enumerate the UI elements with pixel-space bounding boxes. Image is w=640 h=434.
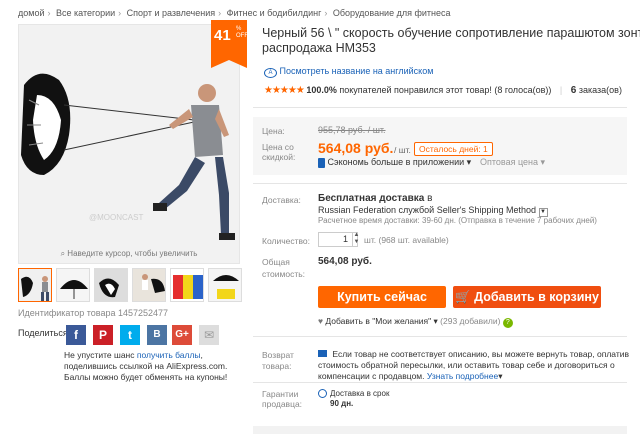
quantity-decrement-icon[interactable]: ▼	[353, 239, 360, 246]
clock-icon	[318, 389, 327, 401]
discount-price-label: Цена со скидкой:	[262, 142, 296, 162]
cart-icon: 🛒	[455, 290, 471, 304]
thumbnail-3[interactable]	[94, 268, 128, 302]
total-price: 564,08 руб.	[318, 256, 372, 267]
thumbnail-2[interactable]	[56, 268, 90, 302]
quantity-label: Количество:	[262, 236, 311, 246]
discount-price: 564,08 руб.	[318, 140, 394, 156]
breadcrumb-home[interactable]: домой	[18, 8, 44, 18]
breadcrumb-fitness[interactable]: Фитнес и бодибилдинг	[227, 8, 322, 18]
main-product-image[interactable]: @MOONCAST	[18, 24, 240, 264]
translate-link-text: Посмотреть название на английском	[279, 66, 434, 76]
wholesale-price-text: Оптовая цена	[480, 157, 538, 167]
guarantee-info: Доставка в срок 90 дн.	[330, 389, 389, 409]
divider	[253, 336, 627, 337]
app-savings-text: Сэкономь больше в приложении	[327, 157, 465, 167]
shipping-estimate: Расчетное время доставки: 39-60 дн. (Отп…	[318, 216, 597, 225]
thumbnail-4[interactable]	[132, 268, 166, 302]
buy-now-button[interactable]: Купить сейчас	[318, 286, 446, 308]
orders-count: 6	[570, 85, 577, 96]
item-id: Идентификатор товара 1457252477	[18, 308, 169, 318]
zoom-hint: ⌕ Наведите курсор, чтобы увеличить	[18, 249, 240, 259]
facebook-share-icon[interactable]: f	[66, 325, 86, 345]
total-label: Общая стоимость:	[262, 257, 306, 279]
orders-label: заказа(ов)	[578, 85, 622, 95]
thumbnail-1[interactable]	[18, 268, 52, 302]
returns-info: Если товар не соответствует описанию, вы…	[318, 349, 630, 382]
chevron-down-icon[interactable]: ▾	[498, 371, 502, 381]
translate-link[interactable]: A Посмотреть название на английском	[264, 66, 433, 78]
wishlist-row: ♥ Добавить в "Мои желания" ▾ (293 добави…	[318, 316, 513, 328]
product-title-line1: Черный 56 \ " скорость обучение сопротив…	[262, 26, 640, 40]
quantity-stepper[interactable]: ▲ ▼	[352, 232, 360, 247]
thumbnail-5[interactable]	[170, 268, 204, 302]
thumbnail-strip	[18, 268, 242, 302]
returns-icon	[318, 350, 327, 357]
returns-label: Возврат товара:	[262, 350, 294, 371]
zoom-hint-text: Наведите курсор, чтобы увеличить	[67, 249, 198, 258]
shipping-in-text: в	[427, 193, 433, 204]
product-title-line2: распродажа HM353	[262, 41, 376, 55]
divider	[253, 183, 627, 184]
wishlist-count: (293 добавили)	[440, 316, 501, 326]
breadcrumb-sport[interactable]: Спорт и развлечения	[127, 8, 215, 18]
rating-text[interactable]: покупателей понравился этот товар! (8 го…	[339, 85, 551, 95]
chevron-down-icon[interactable]: ▾	[434, 316, 438, 326]
share-label: Поделиться:	[18, 328, 71, 338]
price-label: Цена:	[262, 126, 285, 136]
twitter-share-icon[interactable]: t	[120, 325, 140, 345]
guarantee-line2: 90 дн.	[330, 399, 354, 408]
discount-badge: 41 % OFF	[211, 20, 248, 68]
app-savings-dropdown[interactable]: Сэкономь больше в приложении ▾	[318, 157, 471, 168]
quantity-available: шт. (968 шт. available)	[364, 235, 449, 245]
add-to-cart-button[interactable]: 🛒 Добавить в корзину	[453, 286, 601, 308]
breadcrumb-equipment[interactable]: Оборудование для фитнеса	[333, 8, 451, 18]
mobile-app-icon	[318, 157, 325, 168]
old-price: 955,78 руб. / шт.	[318, 125, 386, 135]
discount-off-label: OFF	[236, 33, 248, 39]
image-watermark: @MOONCAST	[89, 213, 144, 222]
rating-percent: 100.0%	[306, 85, 337, 95]
help-icon[interactable]: ?	[502, 318, 513, 328]
discount-percent-sign: %	[236, 26, 242, 32]
days-left-badge: Осталось дней: 1	[414, 142, 493, 156]
price-per-unit: / шт.	[394, 145, 411, 155]
guarantee-label: Гарантии продавца:	[262, 389, 303, 409]
divider	[253, 107, 627, 108]
get-points-link[interactable]: получить баллы	[137, 350, 201, 360]
free-shipping-text: Бесплатная доставка	[318, 193, 425, 204]
translate-icon: A	[264, 68, 277, 78]
rating-row: ★★★★★ 100.0% покупателей понравился этот…	[264, 85, 622, 96]
vk-share-icon[interactable]: B	[147, 325, 167, 345]
guarantee-line1: Доставка в срок	[330, 389, 390, 398]
heart-icon: ♥	[318, 316, 324, 326]
google-plus-share-icon[interactable]: G+	[172, 325, 192, 345]
thumbnail-6[interactable]	[208, 268, 242, 302]
divider	[253, 382, 627, 383]
wholesale-price-dropdown[interactable]: Оптовая цена ▾	[480, 157, 545, 168]
breadcrumb: домой › Все категории › Спорт и развлечени…	[18, 8, 451, 18]
add-to-cart-label: Добавить в корзину	[474, 290, 599, 304]
email-share-icon[interactable]: ✉	[199, 325, 219, 345]
free-shipping: Бесплатная доставка в	[318, 193, 432, 204]
discount-percent: 41	[214, 27, 231, 44]
rating-stars-icon: ★★★★★	[264, 85, 305, 96]
chevron-down-icon: ▾	[540, 157, 546, 167]
add-to-wishlist-link[interactable]: Добавить в "Мои желания"	[325, 316, 431, 326]
chevron-down-icon: ▾	[466, 157, 472, 167]
breadcrumb-all-categories[interactable]: Все категории	[56, 8, 115, 18]
quantity-increment-icon[interactable]: ▲	[353, 232, 360, 239]
shipping-label: Доставка:	[262, 195, 301, 205]
returns-learn-more-link[interactable]: Узнать подробнее	[427, 371, 498, 381]
promo-text-before: Не упустите шанс	[64, 350, 135, 360]
product-title: Черный 56 \ " скорость обучение сопротив…	[262, 26, 640, 56]
zoom-icon: ⌕	[60, 249, 66, 258]
share-promo: Не упустите шанс получить баллы, поделив…	[64, 350, 244, 383]
bottom-panel	[253, 426, 627, 434]
pinterest-share-icon[interactable]: P	[93, 325, 113, 345]
shipping-method-text: Russian Federation службой Seller's Ship…	[318, 205, 536, 215]
